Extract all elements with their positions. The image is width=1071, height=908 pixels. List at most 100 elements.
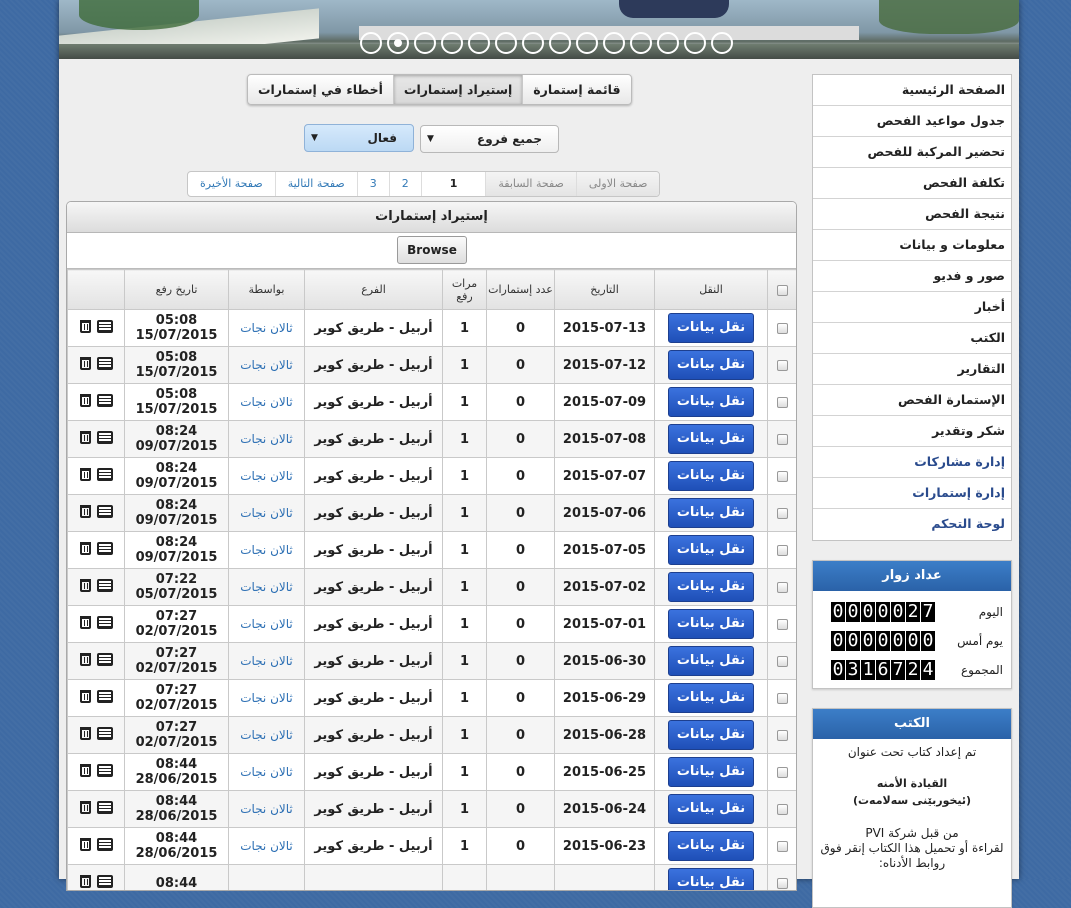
slider-dot[interactable] [521, 32, 544, 54]
row-checkbox[interactable] [777, 322, 788, 334]
sidebar-menu-item[interactable]: إدارة مشاركات [813, 447, 1011, 478]
pagination-last[interactable]: صفحة الأخيرة [188, 172, 275, 196]
row-checkbox[interactable] [777, 766, 788, 778]
trash-icon[interactable] [79, 837, 91, 851]
transfer-data-button[interactable]: نقل بيانات [668, 831, 754, 861]
transfer-data-button[interactable]: نقل بيانات [668, 720, 754, 750]
trash-icon[interactable] [79, 615, 91, 629]
row-by-link[interactable]: ثالان نجات [228, 827, 305, 865]
row-checkbox[interactable] [777, 544, 788, 556]
row-checkbox[interactable] [777, 655, 788, 667]
trash-icon[interactable] [79, 763, 91, 777]
details-list-icon[interactable] [96, 393, 113, 407]
slider-dot[interactable] [413, 32, 436, 54]
trash-icon[interactable] [79, 800, 91, 814]
branch-select[interactable]: جميع فروع ▼ [420, 125, 559, 153]
tab-form-list[interactable]: قائمة إستمارة [522, 75, 630, 104]
details-list-icon[interactable] [96, 837, 113, 851]
details-list-icon[interactable] [96, 467, 113, 481]
trash-icon[interactable] [79, 504, 91, 518]
browse-button[interactable]: Browse [397, 236, 467, 264]
transfer-data-button[interactable]: نقل بيانات [668, 535, 754, 565]
pagination-page-2[interactable]: 2 [388, 172, 421, 196]
tab-form-errors[interactable]: أخطاء في إستمارات [248, 75, 393, 104]
sidebar-menu-item[interactable]: معلومات و بيانات [813, 230, 1011, 261]
row-by-link[interactable]: ثالان نجات [228, 309, 305, 347]
details-list-icon[interactable] [96, 356, 113, 370]
row-checkbox[interactable] [777, 359, 788, 371]
transfer-data-button[interactable]: نقل بيانات [668, 572, 754, 602]
trash-icon[interactable] [79, 726, 91, 740]
sidebar-menu-item[interactable]: نتيجة الفحص [813, 199, 1011, 230]
row-by-link[interactable] [228, 864, 305, 890]
slider-dot[interactable] [629, 32, 652, 54]
row-by-link[interactable]: ثالان نجات [228, 568, 305, 606]
slider-dot[interactable] [656, 32, 679, 54]
trash-icon[interactable] [79, 652, 91, 666]
tab-import-forms[interactable]: إستيراد إستمارات [392, 75, 523, 104]
row-by-link[interactable]: ثالان نجات [228, 494, 305, 532]
sidebar-menu-item[interactable]: الإستمارة الفحص [813, 385, 1011, 416]
transfer-data-button[interactable]: نقل بيانات [668, 757, 754, 787]
pagination-first[interactable]: صفحة الاولى [575, 172, 660, 196]
sidebar-menu-item[interactable]: تكلفة الفحص [813, 168, 1011, 199]
sidebar-menu-item[interactable]: أخبار [813, 292, 1011, 323]
sidebar-menu-item[interactable]: صور و فديو [813, 261, 1011, 292]
row-by-link[interactable]: ثالان نجات [228, 420, 305, 458]
trash-icon[interactable] [79, 689, 91, 703]
row-by-link[interactable]: ثالان نجات [228, 531, 305, 569]
select-all-header[interactable] [767, 269, 796, 310]
details-list-icon[interactable] [96, 430, 113, 444]
details-list-icon[interactable] [96, 726, 113, 740]
transfer-data-button[interactable]: نقل بيانات [668, 609, 754, 639]
row-by-link[interactable]: ثالان نجات [228, 642, 305, 680]
row-checkbox[interactable] [777, 618, 788, 630]
sidebar-menu-item[interactable]: لوحة التحكم [813, 509, 1011, 540]
sidebar-menu-item[interactable]: إدارة إستمارات [813, 478, 1011, 509]
pagination-next[interactable]: صفحة التالية [274, 172, 357, 196]
details-list-icon[interactable] [96, 800, 113, 814]
transfer-data-button[interactable]: نقل بيانات [668, 424, 754, 454]
transfer-data-button[interactable]: نقل بيانات [668, 868, 754, 890]
slider-dot[interactable] [575, 32, 598, 54]
transfer-data-button[interactable]: نقل بيانات [668, 498, 754, 528]
transfer-data-button[interactable]: نقل بيانات [668, 646, 754, 676]
details-list-icon[interactable] [96, 504, 113, 518]
trash-icon[interactable] [79, 467, 91, 481]
row-by-link[interactable]: ثالان نجات [228, 790, 305, 828]
details-list-icon[interactable] [96, 689, 113, 703]
row-by-link[interactable]: ثالان نجات [228, 605, 305, 643]
row-by-link[interactable]: ثالان نجات [228, 383, 305, 421]
row-checkbox[interactable] [777, 396, 788, 408]
transfer-data-button[interactable]: نقل بيانات [668, 794, 754, 824]
sidebar-menu-item[interactable]: جدول مواعيد الفحص [813, 106, 1011, 137]
details-list-icon[interactable] [96, 652, 113, 666]
sidebar-menu-item[interactable]: شكر وتقدير [813, 416, 1011, 447]
transfer-data-button[interactable]: نقل بيانات [668, 683, 754, 713]
status-select[interactable]: فعال ▼ [304, 124, 414, 152]
trash-icon[interactable] [79, 874, 91, 888]
trash-icon[interactable] [79, 578, 91, 592]
row-checkbox[interactable] [777, 877, 788, 889]
slider-dot[interactable] [548, 32, 571, 54]
sidebar-menu-item[interactable]: الصفحة الرئيسية [813, 75, 1011, 106]
details-list-icon[interactable] [96, 874, 113, 888]
row-by-link[interactable]: ثالان نجات [228, 716, 305, 754]
trash-icon[interactable] [79, 393, 91, 407]
row-by-link[interactable]: ثالان نجات [228, 457, 305, 495]
trash-icon[interactable] [79, 430, 91, 444]
row-by-link[interactable]: ثالان نجات [228, 679, 305, 717]
details-list-icon[interactable] [96, 319, 113, 333]
sidebar-menu-item[interactable]: تحضير المركبة للفحص [813, 137, 1011, 168]
row-checkbox[interactable] [777, 433, 788, 445]
row-checkbox[interactable] [777, 840, 788, 852]
pagination-page-1[interactable]: 1 [420, 172, 486, 196]
slider-dot[interactable] [467, 32, 490, 54]
slider-dot[interactable] [440, 32, 463, 54]
pagination-prev[interactable]: صفحة السابقة [485, 172, 576, 196]
slider-dot[interactable] [359, 32, 382, 54]
transfer-data-button[interactable]: نقل بيانات [668, 313, 754, 343]
slider-dot[interactable] [683, 32, 706, 54]
row-by-link[interactable]: ثالان نجات [228, 346, 305, 384]
trash-icon[interactable] [79, 541, 91, 555]
